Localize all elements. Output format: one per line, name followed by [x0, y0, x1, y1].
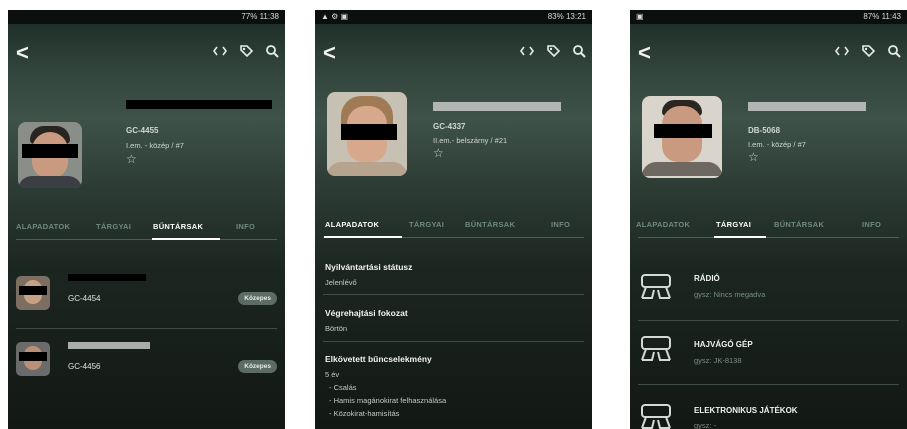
code-icon[interactable] [520, 44, 534, 58]
field-divider [323, 341, 584, 342]
tab-buntarsak[interactable]: BŰNTÁRSAK [774, 220, 824, 229]
field-divider [323, 294, 584, 295]
tab-bar: ALAPADATOK TÁRGYAI BŰNTÁRSAK INFO [630, 218, 907, 234]
item-serial: gysz: - [694, 421, 717, 429]
redaction-bar [654, 124, 712, 138]
search-icon[interactable] [265, 44, 279, 58]
back-arrow-icon[interactable]: < [16, 40, 29, 66]
redaction-bar [341, 124, 397, 140]
accomplice-code: GC-4454 [68, 294, 101, 303]
crime-item: - Hamis magánokirat felhasználása [329, 396, 447, 405]
status-bar: ▣ 87% 11:43 [630, 10, 907, 24]
redacted-name [68, 342, 150, 349]
list-divider [638, 384, 899, 385]
status-bar: 77% 11:38 [8, 10, 285, 24]
tag-edit-icon[interactable] [546, 44, 561, 58]
accomplice-photo [16, 276, 50, 310]
profile-code: GC-4337 [433, 122, 466, 131]
crime-item: - Csalás [329, 383, 357, 392]
item-name: HAJVÁGÓ GÉP [694, 340, 753, 349]
item-name: RÁDIÓ [694, 274, 720, 283]
field-value: Jelenlévő [325, 278, 357, 287]
status-left: ▣ [636, 12, 644, 21]
tab-info[interactable]: INFO [236, 222, 255, 231]
tab-targyai[interactable]: TÁRGYAI [716, 220, 751, 229]
profile-code: GC-4455 [126, 126, 159, 135]
status-right: 83% 13:21 [547, 12, 586, 21]
search-icon[interactable] [887, 44, 901, 58]
profile-cell: I.em. - közép / #7 [748, 140, 806, 149]
risk-badge: Közepes [238, 360, 277, 373]
status-left: ▲ ⚙ ▣ [321, 12, 349, 21]
redacted-name [748, 102, 866, 111]
tab-targyai[interactable]: TÁRGYAI [409, 220, 444, 229]
list-divider [16, 328, 277, 329]
risk-badge: Közepes [238, 292, 277, 305]
tab-divider [16, 239, 277, 240]
tab-buntarsak[interactable]: BŰNTÁRSAK [465, 220, 515, 229]
back-arrow-icon[interactable]: < [638, 40, 651, 66]
redacted-name [126, 100, 272, 109]
item-box-icon [638, 402, 674, 429]
field-label: Végrehajtási fokozat [325, 308, 408, 318]
profile-photo [327, 92, 407, 176]
tab-info[interactable]: INFO [551, 220, 570, 229]
code-icon[interactable] [213, 44, 227, 58]
status-bar: ▲ ⚙ ▣ 83% 13:21 [315, 10, 592, 24]
redacted-name [433, 102, 561, 111]
profile-photo [18, 122, 82, 188]
tab-targyai[interactable]: TÁRGYAI [96, 222, 131, 231]
tab-alapadatok[interactable]: ALAPADATOK [636, 220, 690, 229]
tab-active-indicator [324, 236, 402, 238]
item-box-icon [638, 272, 674, 302]
back-arrow-icon[interactable]: < [323, 40, 336, 66]
profile-cell: I.em. - közép / #7 [126, 141, 184, 150]
field-label: Elkövetett bűncselekmény [325, 354, 432, 364]
tab-bar: ALAPADATOK TÁRGYAI BŰNTÁRSAK INFO [8, 220, 285, 236]
item-box-icon [638, 334, 674, 364]
tab-alapadatok[interactable]: ALAPADATOK [325, 220, 379, 229]
crime-item: - Közokirat-hamisítás [329, 409, 400, 418]
screen-items: ▣ 87% 11:43 < DB-5068 I.em. - közép / #7… [630, 10, 907, 429]
top-bar: < [315, 38, 592, 68]
field-value: Börtön [325, 324, 348, 333]
screen-accomplices: 77% 11:38 < GC-4455 I.em. - közép / #7 ☆… [8, 10, 285, 429]
profile-photo [642, 96, 722, 178]
list-divider [638, 320, 899, 321]
star-outline-icon[interactable]: ☆ [748, 150, 759, 164]
item-serial: gysz: JK-8138 [694, 356, 742, 365]
redaction-bar [22, 144, 78, 158]
redacted-name [68, 274, 146, 281]
field-value: 5 év [325, 370, 340, 379]
field-label: Nyilvántartási státusz [325, 262, 413, 272]
tab-bar: ALAPADATOK TÁRGYAI BŰNTÁRSAK INFO [315, 218, 592, 234]
search-icon[interactable] [572, 44, 586, 58]
top-bar: < [8, 38, 285, 68]
tab-divider [638, 237, 899, 238]
tab-active-indicator [152, 238, 220, 240]
star-outline-icon[interactable]: ☆ [433, 146, 444, 160]
accomplice-photo [16, 342, 50, 376]
code-icon[interactable] [835, 44, 849, 58]
item-name: ELEKTRONIKUS JÁTÉKOK [694, 406, 798, 415]
top-bar: < [630, 38, 907, 68]
tag-edit-icon[interactable] [861, 44, 876, 58]
item-serial: gysz: Nincs megadva [694, 290, 766, 299]
status-right: 87% 11:43 [863, 12, 901, 21]
profile-code: DB-5068 [748, 126, 781, 135]
accomplice-code: GC-4456 [68, 362, 101, 371]
tab-active-indicator [714, 236, 766, 238]
tag-edit-icon[interactable] [239, 44, 254, 58]
screen-basic-data: ▲ ⚙ ▣ 83% 13:21 < GC-4337 II.em.- belszá… [315, 10, 592, 429]
profile-cell: II.em.- belszárny / #21 [433, 136, 508, 145]
tab-info[interactable]: INFO [862, 220, 881, 229]
star-outline-icon[interactable]: ☆ [126, 152, 137, 166]
status-right: 77% 11:38 [241, 12, 279, 21]
tab-alapadatok[interactable]: ALAPADATOK [16, 222, 70, 231]
tab-buntarsak[interactable]: BŰNTÁRSAK [153, 222, 203, 231]
